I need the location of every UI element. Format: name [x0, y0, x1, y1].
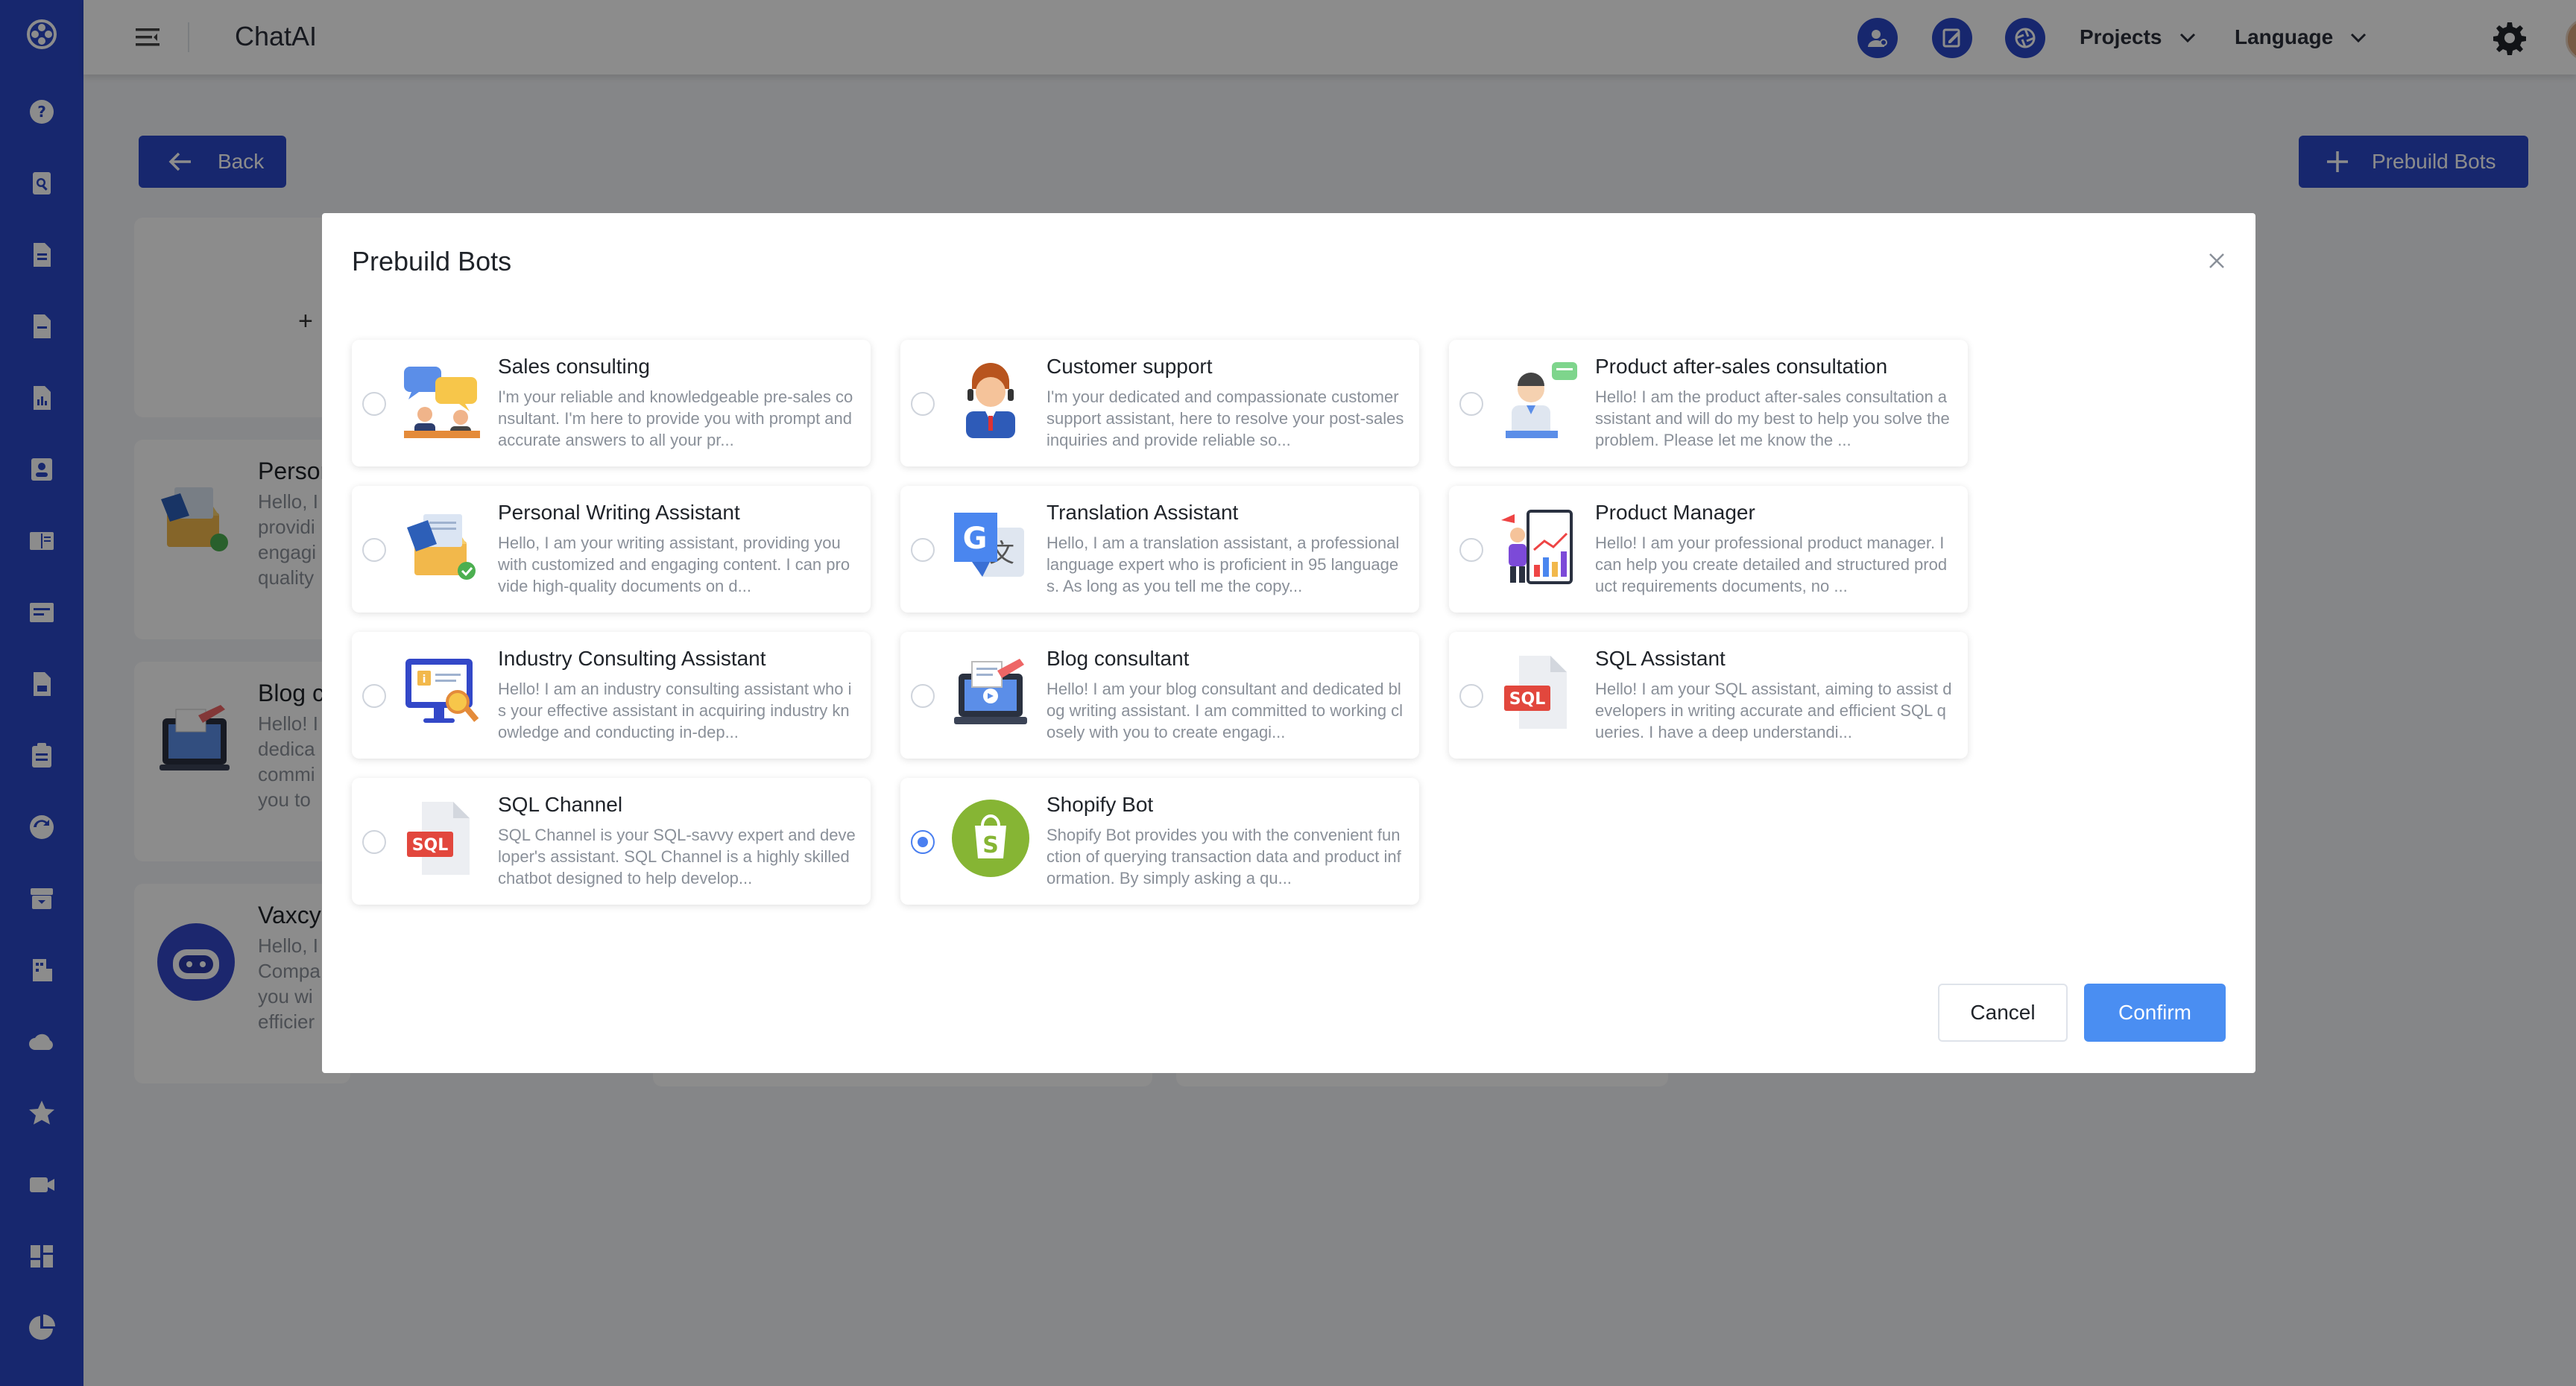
- bot-option-sql-assistant[interactable]: SQL SQL Assistant Hello! I am your SQL a…: [1449, 632, 1968, 759]
- sales-consulting-icon: [401, 359, 483, 441]
- close-icon[interactable]: [2202, 246, 2232, 276]
- svg-text:SQL: SQL: [1509, 690, 1546, 709]
- radio-button[interactable]: [911, 538, 935, 562]
- bot-name: Shopify Bot: [1046, 793, 1154, 816]
- translation-icon: 文G: [950, 505, 1032, 587]
- bot-name: SQL Assistant: [1595, 647, 1726, 670]
- bot-name: Sales consulting: [498, 355, 650, 378]
- bot-description: Hello! I am an industry consulting assis…: [498, 680, 852, 741]
- sql-file-icon: SQL: [401, 797, 483, 879]
- bot-option-industry-consulting[interactable]: i Industry Consulting Assistant Hello! I…: [352, 632, 871, 759]
- bot-name: Personal Writing Assistant: [498, 501, 740, 524]
- radio-button[interactable]: [911, 830, 935, 854]
- bot-name: Industry Consulting Assistant: [498, 647, 766, 670]
- radio-button[interactable]: [1459, 684, 1483, 708]
- bot-description: Hello! I am your blog consultant and ded…: [1046, 680, 1404, 741]
- bot-description: Hello! I am your professional product ma…: [1595, 534, 1948, 595]
- bot-name: SQL Channel: [498, 793, 623, 816]
- bot-option-translation[interactable]: 文G Translation Assistant Hello, I am a t…: [900, 486, 1419, 613]
- radio-button[interactable]: [362, 538, 386, 562]
- industry-consulting-icon: i: [401, 651, 483, 733]
- writing-assistant-icon: [401, 505, 483, 587]
- bot-description: Hello! I am the product after-sales cons…: [1595, 387, 1950, 449]
- bot-option-personal-writing[interactable]: Personal Writing Assistant Hello, I am y…: [352, 486, 871, 613]
- sql-file-icon: SQL: [1498, 651, 1580, 733]
- svg-text:S: S: [982, 832, 999, 858]
- bot-name: Product Manager: [1595, 501, 1755, 524]
- svg-text:G: G: [963, 522, 988, 556]
- radio-button[interactable]: [362, 684, 386, 708]
- bot-name: Product after-sales consultation: [1595, 355, 1888, 378]
- after-sales-icon: [1498, 359, 1580, 441]
- bot-option-shopify-bot[interactable]: S Shopify Bot Shopify Bot provides you w…: [900, 778, 1419, 905]
- bot-description: Shopify Bot provides you with the conven…: [1046, 826, 1401, 887]
- bot-option-blog-consultant[interactable]: Blog consultant Hello! I am your blog co…: [900, 632, 1419, 759]
- bot-description: Hello, I am your writing assistant, prov…: [498, 534, 850, 595]
- bot-option-product-manager[interactable]: Product Manager Hello! I am your profess…: [1449, 486, 1968, 613]
- bot-option-customer-support[interactable]: Customer support I'm your dedicated and …: [900, 340, 1419, 466]
- cancel-button[interactable]: Cancel: [1938, 984, 2068, 1042]
- radio-button[interactable]: [362, 830, 386, 854]
- svg-text:SQL: SQL: [412, 836, 449, 855]
- blog-consultant-icon: [950, 651, 1032, 733]
- bot-description: Hello! I am your SQL assistant, aiming t…: [1595, 680, 1952, 741]
- radio-button[interactable]: [911, 392, 935, 416]
- product-manager-icon: [1498, 505, 1580, 587]
- radio-button[interactable]: [1459, 392, 1483, 416]
- bot-description: SQL Channel is your SQL-savvy expert and…: [498, 826, 856, 887]
- customer-support-icon: [950, 359, 1032, 441]
- confirm-button[interactable]: Confirm: [2084, 984, 2226, 1042]
- radio-button[interactable]: [362, 392, 386, 416]
- prebuild-bots-dialog: Prebuild Bots Sales consulting I'm your …: [322, 213, 2255, 1073]
- bot-option-after-sales[interactable]: Product after-sales consultation Hello! …: [1449, 340, 1968, 466]
- bot-name: Translation Assistant: [1046, 501, 1239, 524]
- bot-description: I'm your dedicated and compassionate cus…: [1046, 387, 1404, 449]
- radio-button[interactable]: [1459, 538, 1483, 562]
- bot-name: Customer support: [1046, 355, 1213, 378]
- shopify-icon: S: [950, 797, 1032, 879]
- bot-description: Hello, I am a translation assistant, a p…: [1046, 534, 1400, 595]
- bot-option-sql-channel[interactable]: SQL SQL Channel SQL Channel is your SQL-…: [352, 778, 871, 905]
- bot-option-sales-consulting[interactable]: Sales consulting I'm your reliable and k…: [352, 340, 871, 466]
- bot-name: Blog consultant: [1046, 647, 1190, 670]
- radio-button[interactable]: [911, 684, 935, 708]
- svg-text:i: i: [423, 674, 426, 686]
- dialog-title: Prebuild Bots: [352, 246, 512, 276]
- bot-description: I'm your reliable and knowledgeable pre-…: [498, 387, 853, 449]
